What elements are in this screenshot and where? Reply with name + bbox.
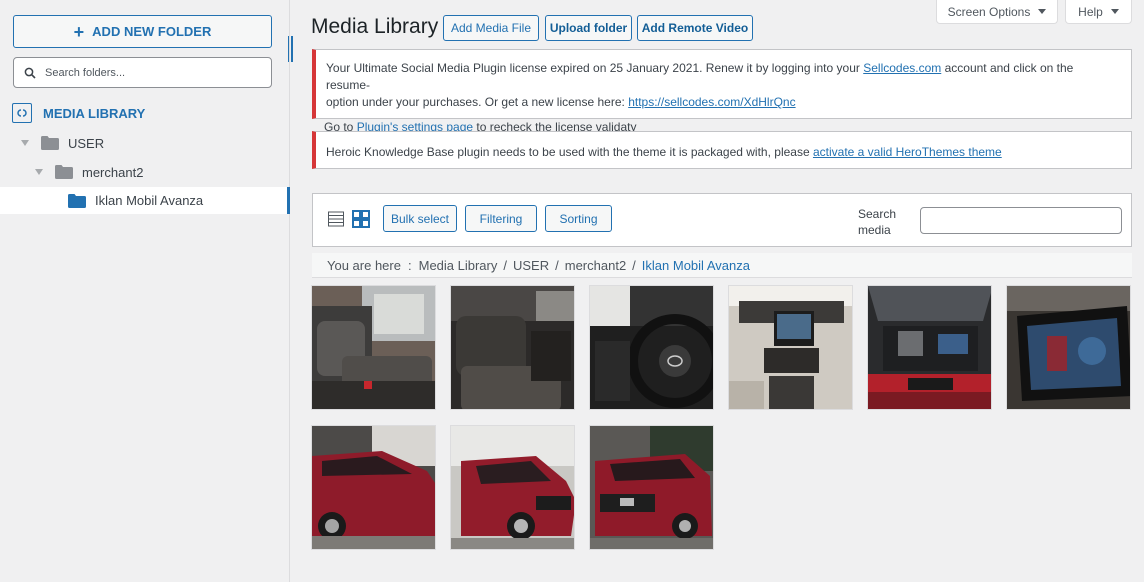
media-thumbnail[interactable]: [311, 425, 436, 550]
folder-panel: + ADD NEW FOLDER MEDIA LIBRARY USER merc…: [0, 0, 290, 582]
new-license-link[interactable]: https://sellcodes.com/XdHlrQnc: [628, 95, 795, 109]
add-media-file-button[interactable]: Add Media File: [443, 15, 539, 41]
media-library-icon: [12, 103, 32, 123]
breadcrumb-item[interactable]: USER: [513, 258, 549, 273]
red-car-side-image: [312, 426, 435, 549]
upload-folder-button[interactable]: Upload folder: [545, 15, 632, 41]
plus-icon: +: [73, 21, 85, 42]
screen-options-label: Screen Options: [947, 4, 1031, 19]
tree-node-label: merchant2: [82, 164, 144, 180]
license-notice-line1: Your Ultimate Social Media Plugin licens…: [326, 61, 1074, 92]
breadcrumb-separator: /: [555, 257, 559, 273]
media-thumbnail[interactable]: [450, 425, 575, 550]
media-grid: [311, 285, 1143, 550]
media-thumbnail[interactable]: [1006, 285, 1131, 410]
folder-search-box[interactable]: [13, 57, 272, 88]
add-remote-video-button[interactable]: Add Remote Video: [637, 15, 753, 41]
media-thumbnail[interactable]: [728, 285, 853, 410]
panel-resize-handle[interactable]: [286, 36, 294, 62]
bulk-select-label: Bulk select: [390, 211, 450, 226]
help-tab[interactable]: Help: [1065, 0, 1132, 24]
breadcrumb-prefix: You are here: [327, 257, 401, 273]
sellcodes-link[interactable]: Sellcodes.com: [863, 61, 941, 75]
folder-icon: [55, 165, 73, 179]
grid-view-icon[interactable]: [352, 210, 370, 228]
caret-down-icon[interactable]: [21, 140, 29, 146]
breadcrumb-item[interactable]: merchant2: [565, 258, 626, 273]
caret-down-icon[interactable]: [35, 169, 43, 175]
page-title: Media Library: [311, 15, 439, 38]
car-interior-seats-image: [312, 286, 435, 409]
search-icon: [24, 67, 36, 79]
folder-icon: [41, 136, 59, 150]
filtering-button[interactable]: Filtering: [465, 205, 537, 232]
theme-notice: Heroic Knowledge Base plugin needs to be…: [312, 131, 1132, 169]
car-head-unit-image: [1007, 286, 1130, 409]
breadcrumb-colon: :: [407, 257, 412, 273]
add-media-file-label: Add Media File: [450, 21, 532, 35]
sorting-label: Sorting: [559, 211, 598, 226]
media-thumbnail[interactable]: [589, 285, 714, 410]
search-media-input[interactable]: [920, 207, 1122, 234]
caret-down-icon: [1110, 9, 1119, 14]
filtering-label: Filtering: [479, 211, 523, 226]
breadcrumb-separator: /: [632, 257, 636, 273]
bulk-select-button[interactable]: Bulk select: [383, 205, 457, 232]
add-remote-video-label: Add Remote Video: [641, 21, 749, 35]
tree-node-merchant2[interactable]: merchant2: [35, 159, 143, 185]
red-car-front-image: [590, 426, 713, 549]
breadcrumb-item[interactable]: Media Library: [419, 258, 498, 273]
tree-root-media-library[interactable]: MEDIA LIBRARY: [12, 103, 145, 123]
activate-theme-link[interactable]: activate a valid HeroThemes theme: [813, 145, 1002, 159]
folder-open-icon: [68, 193, 86, 208]
help-label: Help: [1078, 4, 1103, 19]
tree-node-iklan-mobil-avanza[interactable]: Iklan Mobil Avanza: [0, 187, 290, 214]
media-thumbnail[interactable]: [589, 425, 714, 550]
media-thumbnail[interactable]: [450, 285, 575, 410]
sorting-button[interactable]: Sorting: [545, 205, 612, 232]
list-view-icon[interactable]: [328, 211, 344, 227]
folder-search-input[interactable]: [45, 66, 245, 79]
media-toolbar: Bulk select Filtering Sorting Search med…: [312, 193, 1132, 247]
breadcrumb-current: Iklan Mobil Avanza: [641, 257, 750, 273]
car-interior-dark-image: [451, 286, 574, 409]
tree-root-label: MEDIA LIBRARY: [43, 105, 146, 121]
caret-down-icon: [1038, 9, 1047, 14]
search-media-label: Search media: [858, 207, 897, 237]
media-thumbnail[interactable]: [867, 285, 992, 410]
car-engine-bay-image: [868, 286, 991, 409]
tree-node-label: Iklan Mobil Avanza: [95, 193, 204, 208]
red-car-front-quarter-image: [451, 426, 574, 549]
car-steering-wheel-image: [590, 286, 713, 409]
media-thumbnail[interactable]: [311, 285, 436, 410]
tree-node-label: USER: [68, 135, 105, 151]
screen-options-tab[interactable]: Screen Options: [936, 0, 1058, 24]
upload-folder-label: Upload folder: [549, 21, 628, 35]
breadcrumb-separator: /: [503, 257, 507, 273]
license-notice-line2: option under your purchases. Or get a ne…: [326, 95, 796, 109]
theme-notice-text: Heroic Knowledge Base plugin needs to be…: [326, 145, 813, 159]
breadcrumb: You are here : Media Library / USER / me…: [312, 253, 1132, 278]
car-dashboard-image: [729, 286, 852, 409]
add-new-folder-label: ADD NEW FOLDER: [92, 24, 212, 39]
add-new-folder-button[interactable]: + ADD NEW FOLDER: [13, 15, 272, 48]
license-notice: Your Ultimate Social Media Plugin licens…: [312, 49, 1132, 134]
tree-node-user[interactable]: USER: [21, 130, 104, 156]
